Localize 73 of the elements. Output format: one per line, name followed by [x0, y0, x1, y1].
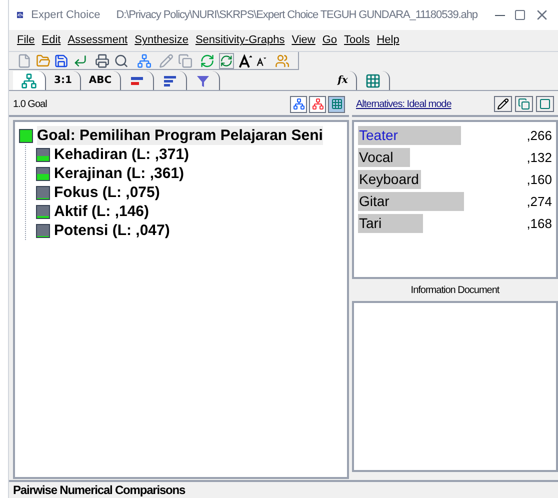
info-document-box[interactable] [352, 301, 558, 472]
font-larger-icon[interactable] [238, 52, 252, 68]
alternative-value: ,168 [526, 214, 552, 233]
menu-item[interactable]: Synthesize [134, 32, 188, 49]
node-icon [36, 224, 50, 238]
node-icon [19, 128, 33, 142]
tree-view-button[interactable] [290, 96, 307, 112]
app-name: Expert Choice [31, 8, 100, 23]
node-icon [36, 204, 50, 218]
menu-item[interactable]: Assessment [68, 32, 128, 49]
folder-icon[interactable] [36, 52, 50, 68]
alternative-row[interactable]: Teater ,266 [358, 126, 552, 145]
search-icon[interactable] [114, 52, 129, 68]
font-smaller-icon[interactable] [256, 54, 268, 66]
menu-item[interactable]: Sensitivity-Graphs [195, 32, 285, 49]
tree-node-label[interactable]: Potensi (L: ,047) [54, 221, 170, 240]
refresh-icon[interactable] [200, 52, 216, 68]
alternative-bar: Teater [358, 126, 461, 145]
pane-header: 1.0 Goal [13, 98, 47, 112]
alternative-row[interactable]: Gitar ,274 [358, 192, 552, 211]
minimize-button[interactable] [493, 14, 506, 16]
alternative-bar: Tari [358, 214, 423, 233]
menu-item[interactable]: File [17, 32, 35, 49]
printer-icon[interactable] [95, 52, 110, 68]
menu-item[interactable]: Help [376, 32, 400, 49]
menu-item[interactable]: Go [322, 32, 338, 49]
alternative-bar: Vocal [358, 148, 410, 167]
tree-node-label[interactable]: Fokus (L: ,075) [54, 183, 160, 202]
tree-icon [21, 72, 37, 88]
edit-button[interactable] [494, 96, 512, 112]
maximize-icon [514, 9, 526, 21]
file-path: D:\Privacy Policy\NURI\SKRPS\Expert Choice TEGUH GUNDARA_11180539.ahp [116, 8, 478, 23]
node-icon [36, 166, 50, 180]
info-document-title: Information Document [410, 284, 500, 298]
grid-icon [364, 72, 381, 88]
alternative-value: ,160 [526, 170, 552, 189]
tree-node-label[interactable]: Kehadiran (L: ,371) [54, 145, 190, 164]
square-icon [539, 98, 551, 110]
arrow-icon[interactable] [72, 52, 88, 68]
tree-icon[interactable] [136, 52, 152, 68]
status-text: Pairwise Numerical Comparisons [13, 483, 186, 497]
add-button[interactable] [536, 96, 554, 112]
alternative-value: ,132 [526, 148, 552, 167]
save-icon[interactable] [54, 52, 69, 68]
menu-item[interactable]: View [292, 32, 316, 49]
tree-node-label[interactable]: Kerajinan (L: ,361) [54, 164, 184, 183]
alternative-value: ,274 [526, 192, 552, 211]
maximize-button[interactable] [514, 9, 526, 21]
alternatives-link[interactable]: Alternatives: Ideal mode [356, 96, 452, 112]
grid-icon [330, 98, 342, 110]
tree-view-button[interactable] [309, 96, 326, 112]
node-icon [36, 186, 50, 200]
menu-item[interactable]: Tools [344, 32, 370, 49]
tree-icon [312, 98, 324, 110]
chart-button[interactable] [328, 96, 345, 112]
alternative-bar: Gitar [358, 192, 464, 211]
alternative-row[interactable]: Keyboard ,160 [358, 170, 552, 189]
users-icon[interactable] [275, 52, 290, 68]
alternative-bar: Keyboard [358, 170, 422, 189]
tree-icon [292, 98, 304, 110]
menu-item[interactable]: Edit [42, 32, 61, 49]
alternative-row[interactable]: Vocal ,132 [358, 148, 552, 167]
pencil-icon [497, 98, 509, 110]
refresh-icon[interactable] [219, 52, 234, 68]
tab[interactable] [13, 71, 46, 90]
minimize-icon [494, 14, 505, 16]
alternative-row[interactable]: Tari ,168 [358, 214, 552, 233]
alternative-value: ,266 [526, 126, 552, 145]
expand-button[interactable] [515, 96, 533, 112]
copy-icon [518, 98, 530, 110]
tree-node-label[interactable]: Goal: Pemilihan Program Pelajaran Seni [37, 126, 323, 145]
node-icon [36, 148, 50, 162]
tree-node-label[interactable]: Aktif (L: ,146) [54, 202, 150, 221]
